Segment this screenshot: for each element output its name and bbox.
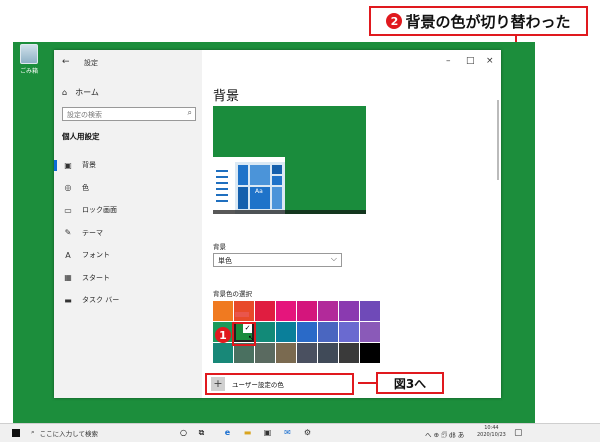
- recycle-bin-label: ごみ箱: [19, 68, 38, 75]
- start-button[interactable]: [12, 429, 20, 437]
- nav-item-label: 色: [82, 183, 89, 192]
- nav-home[interactable]: ⌂ ホーム: [62, 87, 99, 98]
- nav-item[interactable]: ▬ タスク バー: [54, 289, 202, 312]
- nav-item-label: ロック画面: [82, 206, 117, 215]
- color-swatch[interactable]: [360, 343, 380, 363]
- callout-number-badge: 2: [386, 13, 403, 29]
- search-icon: ⌕: [31, 428, 35, 436]
- color-swatch[interactable]: [360, 322, 380, 342]
- background-preview: Aa: [213, 106, 366, 214]
- callout-text: 背景の色が切り替わった: [405, 12, 571, 31]
- color-swatch[interactable]: [318, 301, 338, 321]
- nav-item-label: タスク バー: [82, 296, 120, 305]
- color-swatch[interactable]: [276, 322, 296, 342]
- settings-search-input[interactable]: 設定の検索 ⌕: [62, 107, 196, 121]
- recycle-bin-icon: [20, 44, 38, 64]
- palette-icon: ◎: [64, 183, 72, 193]
- store-icon[interactable]: ▣: [262, 427, 273, 438]
- back-arrow-icon[interactable]: ←: [62, 57, 70, 67]
- task-view-icon[interactable]: ⧉: [196, 427, 207, 438]
- window-title: 設定: [84, 59, 98, 67]
- color-swatch[interactable]: [339, 322, 359, 342]
- step-number-badge: 1: [215, 327, 231, 343]
- color-swatch[interactable]: [213, 343, 233, 363]
- color-swatch[interactable]: [213, 301, 233, 321]
- figure-callout-line: [358, 382, 376, 384]
- color-swatch[interactable]: [318, 322, 338, 342]
- background-type-label: 背景: [213, 243, 226, 251]
- color-swatch[interactable]: [234, 343, 254, 363]
- scrollbar[interactable]: [497, 100, 499, 180]
- clock[interactable]: 10:44 2020/10/23: [477, 425, 506, 439]
- nav-list: ▣ 背景 ◎ 色 ▭ ロック画面 ✎ テーマ A フォント ▦ スタート ▬ タスク バー: [54, 154, 202, 312]
- settings-icon[interactable]: ⚙: [302, 427, 313, 438]
- callout-background-changed: 2 背景の色が切り替わった: [369, 6, 588, 36]
- notification-icon[interactable]: ▢: [514, 428, 523, 438]
- search-placeholder: 設定の検索: [67, 111, 102, 119]
- color-swatch[interactable]: [255, 301, 275, 321]
- nav-section-title: 個人用設定: [62, 132, 100, 141]
- nav-item[interactable]: ◎ 色: [54, 177, 202, 200]
- color-swatch[interactable]: [255, 322, 275, 342]
- nav-item[interactable]: ▣ 背景: [54, 154, 202, 177]
- taskbar: ⌕ ここに入力して検索 ○ ⧉ e ▬ ▣ ✉ ⚙ へ ⊕ 🗊 ㏈ あ 10:4…: [0, 423, 600, 442]
- nav-item[interactable]: ✎ テーマ: [54, 222, 202, 245]
- preview-taskbar: [213, 210, 366, 214]
- cortana-icon[interactable]: ○: [178, 427, 189, 438]
- taskbar-icon: ▬: [64, 295, 72, 305]
- color-section-label: 背景色の選択: [213, 290, 252, 298]
- taskbar-search[interactable]: ⌕ ここに入力して検索: [31, 428, 98, 438]
- page-title: 背景: [213, 89, 240, 104]
- nav-item-label: スタート: [82, 273, 110, 282]
- custom-color-button[interactable]: + ユーザー設定の色: [205, 373, 354, 395]
- preview-window: [213, 157, 285, 214]
- color-swatch[interactable]: [297, 301, 317, 321]
- swatch-tooltip: [235, 312, 249, 317]
- content-pane: 背景 Aa 背景 単色 ⌵ 背景色の選択 ✓ ↖ 1 + ユーザー設定の色: [202, 50, 501, 398]
- recycle-bin[interactable]: ごみ箱: [16, 44, 42, 75]
- custom-color-label: ユーザー設定の色: [232, 381, 284, 389]
- chevron-down-icon: ⌵: [330, 254, 337, 263]
- color-swatch[interactable]: [234, 301, 254, 321]
- color-swatch[interactable]: [339, 301, 359, 321]
- edge-icon[interactable]: e: [222, 427, 233, 438]
- home-icon: ⌂: [62, 88, 68, 97]
- mail-icon[interactable]: ✉: [282, 427, 293, 438]
- nav-item[interactable]: A フォント: [54, 244, 202, 267]
- picture-icon: ▣: [64, 160, 72, 170]
- settings-window: ← 設定 – □ × ⌂ ホーム 設定の検索 ⌕ 個人用設定 ▣ 背景 ◎ 色 ▭ ロック…: [54, 50, 501, 398]
- color-swatch[interactable]: [276, 301, 296, 321]
- color-swatch[interactable]: [360, 301, 380, 321]
- nav-item-label: フォント: [82, 251, 110, 260]
- preview-text: Aa: [255, 188, 263, 195]
- font-icon: A: [65, 250, 71, 260]
- search-icon: ⌕: [187, 108, 192, 117]
- nav-item-label: テーマ: [82, 228, 103, 237]
- theme-icon: ✎: [64, 228, 72, 238]
- mouse-cursor-icon: ↖: [248, 334, 254, 342]
- nav-item[interactable]: ▦ スタート: [54, 267, 202, 290]
- color-swatch[interactable]: [297, 322, 317, 342]
- explorer-icon[interactable]: ▬: [242, 427, 253, 438]
- background-type-dropdown[interactable]: 単色 ⌵: [213, 253, 342, 267]
- start-icon: ▦: [64, 273, 72, 283]
- background-type-value: 単色: [218, 257, 232, 265]
- nav-home-label: ホーム: [75, 88, 99, 97]
- nav-item[interactable]: ▭ ロック画面: [54, 199, 202, 222]
- nav-item-label: 背景: [82, 161, 96, 170]
- plus-icon: +: [211, 377, 225, 391]
- taskbar-search-placeholder: ここに入力して検索: [39, 430, 98, 438]
- callout-figure-reference: 図3へ: [376, 372, 444, 394]
- system-tray[interactable]: へ ⊕ 🗊 ㏈ あ: [425, 429, 464, 442]
- color-swatch[interactable]: [339, 343, 359, 363]
- color-swatch[interactable]: [297, 343, 317, 363]
- color-swatch[interactable]: [318, 343, 338, 363]
- color-swatch[interactable]: [255, 343, 275, 363]
- color-swatch[interactable]: [276, 343, 296, 363]
- lock-screen-icon: ▭: [64, 205, 72, 215]
